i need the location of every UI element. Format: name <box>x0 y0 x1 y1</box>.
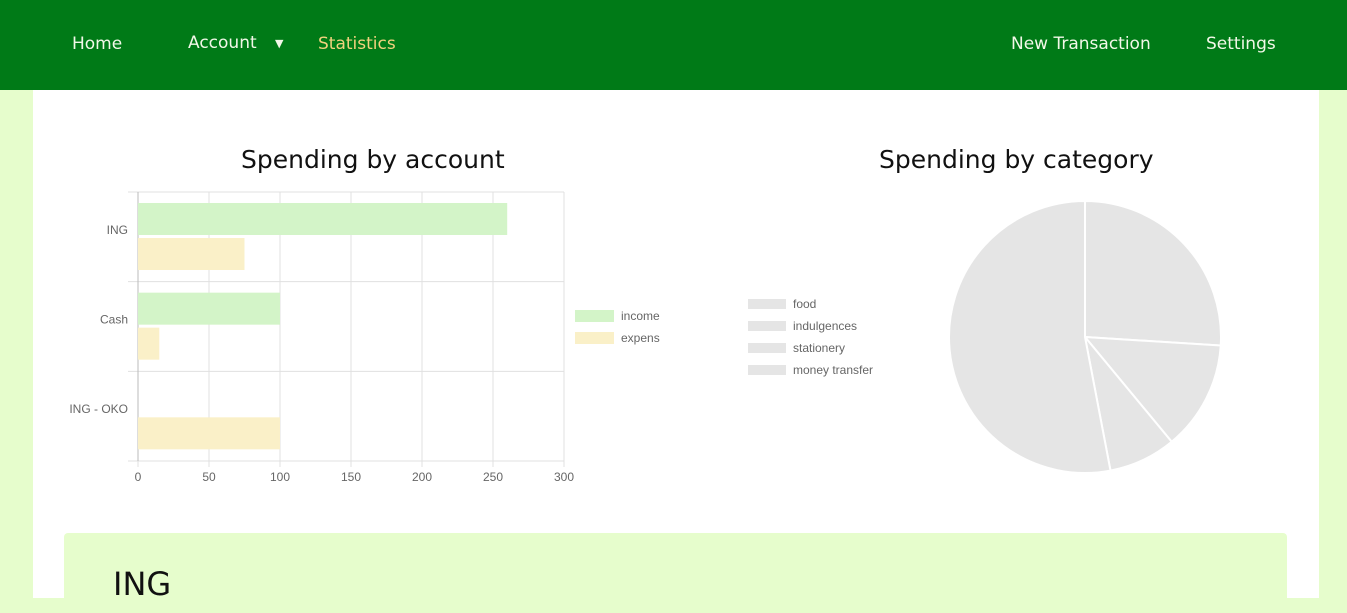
legend-swatch-indulgences[interactable] <box>748 321 786 331</box>
nav-home[interactable]: Home <box>72 34 122 54</box>
legend-label-expense[interactable]: expense <box>621 331 660 345</box>
chevron-down-icon[interactable]: ▼ <box>275 37 283 50</box>
x-tick-label: 50 <box>202 470 216 484</box>
y-category-label: Cash <box>100 313 128 327</box>
legend-swatch-money-transfer[interactable] <box>748 365 786 375</box>
bar-income[interactable] <box>138 203 508 235</box>
nav-new-transaction[interactable]: New Transaction <box>1011 34 1151 54</box>
y-category-label: ING <box>107 223 128 237</box>
x-tick-label: 100 <box>270 470 290 484</box>
bar-expense[interactable] <box>138 327 160 360</box>
x-tick-label: 300 <box>554 470 574 484</box>
legend-label-indulgences[interactable]: indulgences <box>793 319 857 333</box>
nav-account[interactable]: Account <box>188 33 257 53</box>
pie-chart-title: Spending by category <box>879 145 1154 174</box>
bar-expense[interactable] <box>138 238 245 270</box>
x-tick-label: 250 <box>483 470 503 484</box>
legend-swatch-income[interactable] <box>575 310 614 322</box>
legend-label-money-transfer[interactable]: money transfer <box>793 363 873 377</box>
x-tick-label: 200 <box>412 470 432 484</box>
account-title: ING <box>113 565 172 603</box>
legend-swatch-food[interactable] <box>748 299 786 309</box>
legend-label-food[interactable]: food <box>793 297 816 311</box>
nav-statistics[interactable]: Statistics <box>318 34 396 54</box>
x-tick-label: 150 <box>341 470 361 484</box>
account-card <box>64 533 1287 613</box>
bar-income[interactable] <box>138 292 280 325</box>
legend-swatch-stationery[interactable] <box>748 343 786 353</box>
bar-chart-title: Spending by account <box>241 145 505 174</box>
pie-slice-food[interactable] <box>1084 199 1222 347</box>
legend-label-stationery[interactable]: stationery <box>793 341 845 355</box>
legend-swatch-expense[interactable] <box>575 332 614 344</box>
pie-chart: food indulgences stationery money transfer <box>748 199 1222 474</box>
bar-chart: 0 50 100 150 200 250 300 ING Cash ING - OKO income… <box>69 191 660 484</box>
y-category-label: ING - OKO <box>69 402 128 416</box>
nav-settings[interactable]: Settings <box>1206 34 1276 54</box>
x-tick-label: 0 <box>135 470 142 484</box>
bar-expense[interactable] <box>138 417 280 450</box>
navbar: Home Account ▼ Statistics New Transactio… <box>0 0 1347 90</box>
legend-label-income[interactable]: income <box>621 309 660 323</box>
